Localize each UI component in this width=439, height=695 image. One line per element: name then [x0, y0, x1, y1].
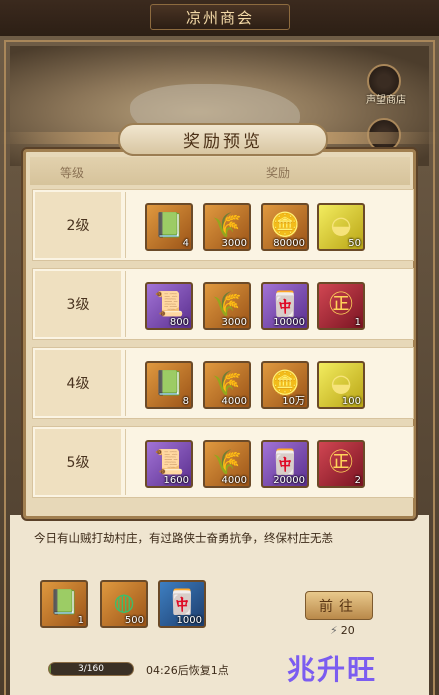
reward-item[interactable]: ㊣ 1: [317, 282, 365, 330]
reward-count: 50: [348, 238, 361, 249]
watermark-logo: 兆升旺: [287, 653, 378, 686]
reward-item[interactable]: 🌾 3000: [203, 282, 251, 330]
recovery-timer: 04:26后恢复1点: [146, 664, 229, 677]
col-level-header: 等级: [60, 166, 85, 180]
reward-count: 100: [341, 396, 361, 407]
reward-count: 4000: [221, 475, 247, 486]
reward-count: 1: [354, 317, 361, 328]
header-ornament-left: [0, 132, 120, 144]
story-text: 今日有山贼打劫村庄，有过路侠士奋勇抗争，终保村庄无恙: [34, 531, 333, 545]
reward-item[interactable]: 🌾 4000: [203, 361, 251, 409]
reward-item[interactable]: 🌾 3000: [203, 203, 251, 251]
row-divider: [125, 350, 126, 416]
reward-row: 5级 📜 1600 🌾 4000 🀄 20000 ㊣ 2: [32, 426, 414, 498]
column-header: 等级 奖励: [30, 157, 410, 185]
reward-item[interactable]: 🀄 10000: [261, 282, 309, 330]
header-ornament-right: [320, 132, 439, 144]
go-cost-value: 20: [340, 624, 355, 637]
reward-count: 3000: [221, 317, 247, 328]
shop-title-plate: 凉州商会: [150, 4, 290, 30]
reward-count: 4000: [221, 396, 247, 407]
modal-header: 奖励预览: [118, 123, 328, 156]
go-button[interactable]: 前往: [305, 591, 373, 620]
stamina-bolt-icon: ⚡: [330, 624, 338, 637]
reward-item[interactable]: 📗 4: [145, 203, 193, 251]
reward-item[interactable]: 📗 1: [40, 580, 88, 628]
reward-row: 4级 📗 8 🌾 4000 🪙 10万 ◒ 100: [32, 347, 414, 419]
reward-item[interactable]: ◒ 100: [317, 361, 365, 409]
row-level-label: 4级: [35, 350, 121, 416]
reward-count: 2: [354, 475, 361, 486]
reward-count: 10000: [273, 317, 305, 328]
reward-item[interactable]: 🌾 4000: [203, 440, 251, 488]
stamina-text: 3/160: [78, 664, 104, 674]
reward-item[interactable]: 🀄 1000: [158, 580, 206, 628]
reward-count: 4: [182, 238, 189, 249]
row-level-label: 3级: [35, 271, 121, 337]
reward-item[interactable]: 🪙 10万: [261, 361, 309, 409]
reward-preview-modal: 等级 奖励 2级 📗 4 🌾 3000 🪙 80000 ◒ 50 3级 📜 800 🌾 3000 🀄 1000…: [23, 149, 416, 519]
reward-count: 800: [169, 317, 189, 328]
reward-count: 20000: [273, 475, 305, 486]
row-divider: [125, 271, 126, 337]
row-level-label: 5级: [35, 429, 121, 495]
reward-item[interactable]: 🪙 80000: [261, 203, 309, 251]
go-cost: ⚡ 20: [330, 624, 355, 637]
reward-item[interactable]: ◒ 50: [317, 203, 365, 251]
col-reward-header: 奖励: [266, 166, 291, 180]
row-divider: [125, 429, 126, 495]
row-level-label: 2级: [35, 192, 121, 258]
shop-title: 凉州商会: [185, 8, 254, 27]
reward-count: 10万: [282, 396, 305, 407]
reward-count: 1000: [176, 615, 202, 626]
reward-item[interactable]: 📗 8: [145, 361, 193, 409]
row-divider: [125, 192, 126, 258]
reputation-shop-label: 声望商店: [366, 95, 406, 106]
reward-item[interactable]: 🀄 20000: [261, 440, 309, 488]
reward-count: 1600: [163, 475, 189, 486]
stamina-bar: 3/160: [48, 662, 134, 676]
reward-count: 1: [77, 615, 84, 626]
reward-count: 3000: [221, 238, 247, 249]
reward-item[interactable]: 📜 1600: [145, 440, 193, 488]
reward-row: 2级 📗 4 🌾 3000 🪙 80000 ◒ 50: [32, 189, 414, 261]
reward-item[interactable]: 📜 800: [145, 282, 193, 330]
reward-count: 80000: [273, 238, 305, 249]
reward-item[interactable]: ㊣ 2: [317, 440, 365, 488]
modal-title: 奖励预览: [183, 132, 263, 152]
reward-count: 8: [182, 396, 189, 407]
reward-item[interactable]: ◍ 500: [100, 580, 148, 628]
reward-row: 3级 📜 800 🌾 3000 🀄 10000 ㊣ 1: [32, 268, 414, 340]
reward-count: 500: [124, 615, 144, 626]
